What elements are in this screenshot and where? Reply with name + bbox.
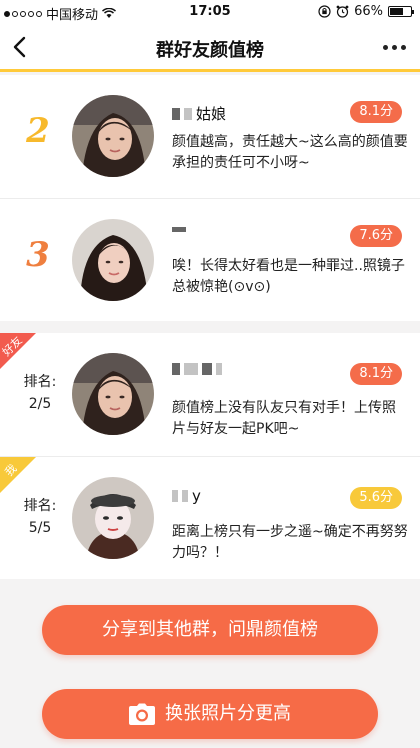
avatar-photo-icon — [72, 353, 154, 435]
pixelated-name — [172, 490, 178, 502]
list-item[interactable]: 3 7.6分 唉！长得太好看也是一种罪过..照镜子总被惊艳(⊙v⊙) — [0, 198, 420, 321]
score-badge: 8.1分 — [350, 101, 402, 123]
pixelated-name — [172, 107, 180, 120]
battery-percent: 66% — [354, 4, 383, 19]
rank-value: 5/5 — [28, 520, 52, 536]
avatar-photo-icon — [72, 219, 154, 301]
share-to-group-button[interactable]: 分享到其他群，问鼎颜值榜 — [42, 605, 378, 655]
avatar — [72, 219, 154, 301]
list-item[interactable]: 2 姑娘 8.1分 颜值越高，责任越大~这么高的颜值要承担的责任可不小呀~ — [0, 75, 420, 198]
rank-number: 3 — [26, 235, 50, 275]
avatar — [72, 353, 154, 435]
ribbon-label: 好友 — [0, 333, 25, 359]
camera-icon — [129, 703, 155, 725]
avatar — [72, 477, 154, 559]
battery-icon — [388, 6, 414, 17]
pixelated-name — [202, 363, 212, 375]
score-badge: 5.6分 — [350, 487, 402, 509]
comment-text: 颜值榜上没有队友只有对手！上传照片与好友一起PK吧~ — [172, 400, 396, 437]
comment-text: 颜值越高，责任越大~这么高的颜值要承担的责任可不小呀~ — [172, 134, 408, 171]
change-photo-label: 换张照片分更高 — [165, 703, 291, 724]
pixelated-name — [182, 490, 188, 502]
change-photo-button[interactable]: 换张照片分更高 — [42, 689, 378, 739]
user-name-text: y — [192, 487, 201, 505]
status-right: 66% — [318, 4, 414, 19]
rank-label: 排名: — [23, 498, 57, 514]
avatar-photo-icon — [72, 477, 154, 559]
user-name: 姑娘 — [172, 103, 226, 124]
pixelated-name — [184, 363, 198, 375]
ranking-list: 2 姑娘 8.1分 颜值越高，责任越大~这么高的颜值要承担的责任可不小呀~ 3 — [0, 75, 420, 321]
avatar-photo-icon — [72, 95, 154, 177]
status-bar: 中国移动 17:05 66% — [0, 0, 420, 24]
user-name: y — [172, 487, 201, 505]
comment-text: 距离上榜只有一步之遥~确定不再努努力吗？！ — [172, 524, 408, 561]
corner-ribbon: 好友 — [0, 333, 36, 369]
pixelated-name — [216, 363, 222, 375]
orientation-lock-icon — [318, 5, 331, 18]
rank-label: 排名: — [23, 374, 57, 390]
list-item[interactable]: 好友 排名: 2/5 8.1分 颜值榜上没有队友只有对手！上传照片与好友一起PK… — [0, 333, 420, 456]
corner-ribbon: 我 — [0, 457, 36, 493]
rank-value: 2/5 — [28, 396, 52, 412]
pixelated-name — [172, 363, 180, 375]
user-name-text: 姑娘 — [196, 105, 227, 123]
score-badge: 8.1分 — [350, 363, 402, 385]
list-item[interactable]: 我 排名: 5/5 y 5.6分 距离上榜只有一步之遥~确定不再努努力吗？！ — [0, 456, 420, 579]
pixelated-name — [184, 107, 192, 120]
ribbon-label: 我 — [2, 461, 20, 479]
pixelated-name — [172, 227, 186, 232]
alarm-icon — [336, 5, 349, 18]
my-ranking-list: 好友 排名: 2/5 8.1分 颜值榜上没有队友只有对手！上传照片与好友一起PK… — [0, 333, 420, 579]
more-dots-icon[interactable] — [383, 45, 406, 50]
user-name — [172, 363, 226, 375]
page-title: 群好友颜值榜 — [156, 40, 264, 61]
rank-number: 2 — [26, 111, 50, 151]
score-badge: 7.6分 — [350, 225, 402, 247]
avatar — [72, 95, 154, 177]
battery-fill — [390, 8, 404, 15]
comment-text: 唉！长得太好看也是一种罪过..照镜子总被惊艳(⊙v⊙) — [172, 258, 405, 295]
user-name — [172, 227, 190, 232]
navigation-bar: 群好友颜值榜 — [0, 24, 420, 72]
